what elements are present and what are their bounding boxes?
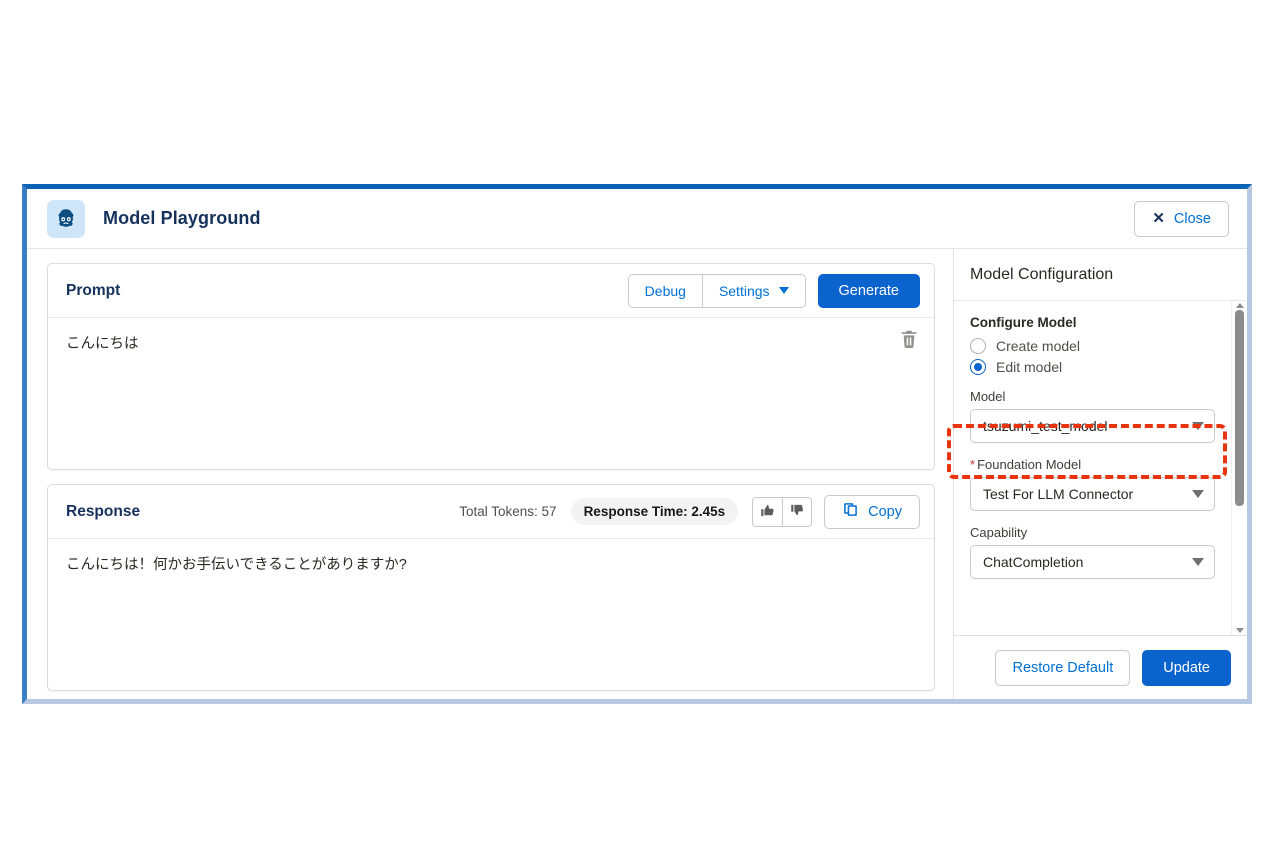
prompt-button-group: Debug Settings [627,273,806,308]
field-foundation-model: * Foundation Model Test For LLM Connector [970,457,1215,511]
radio-circle-selected-icon [970,359,986,375]
field-model-label: Model [970,389,1006,404]
foundation-model-select-value: Test For LLM Connector [983,486,1134,502]
field-foundation-model-text: Foundation Model [977,457,1082,472]
update-button-label: Update [1163,659,1210,676]
trash-icon[interactable] [898,328,920,350]
response-card-header: Response Total Tokens: 57 Response Time:… [48,485,934,539]
config-scroll-wrapper: Configure Model Create model Edit model [954,301,1247,635]
radio-circle-icon [970,338,986,354]
radio-dot [974,363,982,371]
config-panel-scrollbar[interactable] [1231,301,1247,635]
restore-default-button-label: Restore Default [1012,659,1114,676]
model-configuration-panel: Model Configuration Configure Model Crea… [953,249,1247,699]
prompt-text: こんにちは [66,336,139,352]
page-title: Model Playground [103,208,261,228]
chevron-down-icon [1192,558,1204,566]
radio-edit-model[interactable]: Edit model [970,359,1215,375]
modal-body: Prompt Debug Settings Generate こんにちは Res… [27,249,1247,699]
scrollbar-thumb[interactable] [1235,310,1244,506]
close-button[interactable]: ✕ Close [1134,200,1229,237]
close-x-icon: ✕ [1152,210,1165,227]
scrollbar-track[interactable] [1235,310,1244,626]
thumbs-up-icon [760,503,775,521]
thumbs-up-button[interactable] [753,497,783,526]
foundation-model-select[interactable]: Test For LLM Connector [970,477,1215,511]
debug-button[interactable]: Debug [628,274,702,307]
response-output-area: こんにちは！何かお手伝いできることがありますか? [48,539,934,690]
capability-select[interactable]: ChatCompletion [970,545,1215,579]
model-select-value: tsuzumi_test_model [983,418,1108,434]
chevron-down-icon [1192,490,1204,498]
required-asterisk-icon: * [970,457,976,472]
settings-button[interactable]: Settings [701,274,805,307]
generate-button-label: Generate [838,282,899,299]
config-panel-title: Model Configuration [954,249,1247,301]
main-content: Prompt Debug Settings Generate こんにちは Res… [27,249,953,699]
config-panel-footer: Restore Default Update [954,635,1247,699]
copy-button-label: Copy [868,503,902,520]
radio-create-model[interactable]: Create model [970,338,1215,354]
settings-button-label: Settings [718,282,770,299]
capability-select-value: ChatCompletion [983,554,1084,570]
configure-model-label: Configure Model [970,315,1077,330]
field-model: Model tsuzumi_test_model [970,389,1215,443]
radio-edit-model-label: Edit model [996,359,1063,375]
update-button[interactable]: Update [1142,649,1231,686]
radio-create-model-label: Create model [996,338,1081,354]
scroll-down-arrow-icon[interactable] [1235,628,1244,633]
restore-default-button[interactable]: Restore Default [995,649,1131,686]
total-tokens-label: Total Tokens: 57 [459,504,557,519]
debug-button-label: Debug [644,282,686,299]
response-text: こんにちは！何かお手伝いできることがありますか? [66,557,407,573]
config-form: Configure Model Create model Edit model [954,301,1231,635]
generate-button[interactable]: Generate [817,273,920,308]
model-select[interactable]: tsuzumi_test_model [970,409,1215,443]
prompt-card: Prompt Debug Settings Generate こんにちは [47,263,935,470]
thumbs-down-button[interactable] [782,497,812,526]
modal-inner: Model Playground ✕ Close Prompt Debug Se… [27,189,1247,699]
close-button-label: Close [1173,210,1211,227]
copy-icon [842,501,859,522]
chevron-down-icon [778,287,789,294]
copy-button[interactable]: Copy [824,494,920,529]
field-capability: Capability ChatCompletion [970,525,1215,579]
prompt-card-header: Prompt Debug Settings Generate [48,264,934,318]
chevron-down-icon [1192,422,1204,430]
scroll-up-arrow-icon[interactable] [1235,303,1244,308]
modal-header: Model Playground ✕ Close [27,189,1247,249]
response-title: Response [66,502,141,520]
model-playground-modal: Model Playground ✕ Close Prompt Debug Se… [22,184,1252,704]
prompt-title: Prompt [66,281,121,299]
response-time-badge: Response Time: 2.45s [570,498,739,525]
field-foundation-model-label: * Foundation Model [970,457,1215,472]
field-capability-label: Capability [970,525,1028,540]
feedback-button-group [752,496,813,527]
prompt-input-area[interactable]: こんにちは [48,318,934,469]
response-card: Response Total Tokens: 57 Response Time:… [47,484,935,691]
thumbs-down-icon [790,503,805,521]
einstein-avatar-icon [47,199,85,238]
